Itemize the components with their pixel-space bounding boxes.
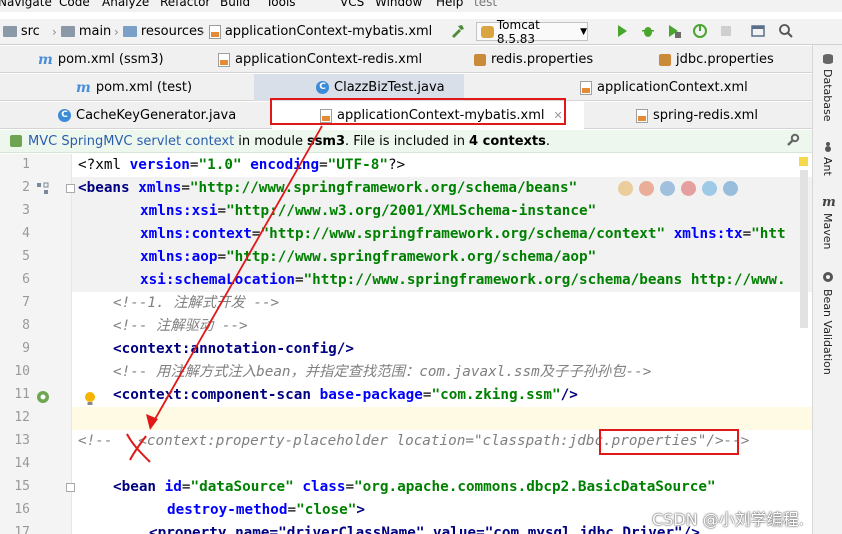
annotation-arrow-line	[149, 125, 323, 429]
watermark: CSDN @小刘学编程.	[652, 510, 804, 529]
annotation-overlay	[126, 125, 323, 463]
